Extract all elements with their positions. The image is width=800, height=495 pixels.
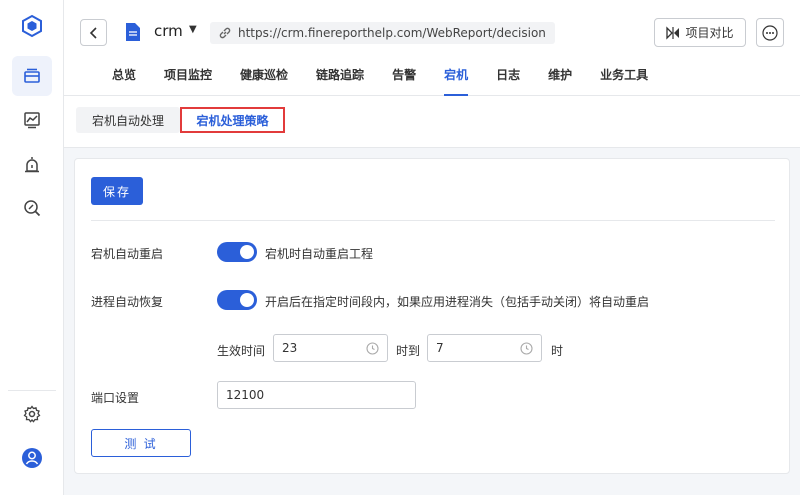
auto-restart-label: 宕机自动重启 (91, 247, 164, 261)
nav-log[interactable]: 日志 (496, 66, 520, 96)
alarm-icon[interactable] (12, 145, 52, 185)
document-icon (125, 22, 141, 45)
strategy-panel: 保存 宕机自动重启 宕机时自动重启工程 进程自动恢复 开启后在指定时间段内，如果… (74, 158, 790, 474)
caret-down-icon[interactable]: ▼ (189, 24, 197, 35)
nav-health-check[interactable]: 健康巡检 (240, 66, 288, 96)
auto-restart-description: 宕机时自动重启工程 (265, 247, 374, 261)
hour-unit-label: 时 (551, 344, 564, 358)
sidebar-divider (8, 390, 56, 391)
test-button[interactable]: 测 试 (91, 429, 191, 457)
compare-icon (666, 25, 680, 40)
port-value: 12100 (226, 388, 265, 402)
nav-downtime[interactable]: 宕机 (444, 66, 469, 96)
process-recover-description: 开启后在指定时间段内，如果应用进程消失（包括手动关闭）将自动重启 (265, 295, 650, 309)
end-time-input[interactable]: 7 (427, 334, 542, 362)
panel-divider (91, 220, 775, 221)
chevron-left-icon (89, 26, 97, 39)
more-dots-icon (762, 24, 778, 41)
url-display: https://crm.finereporthelp.com/WebReport… (210, 22, 555, 44)
nav-maintenance[interactable]: 维护 (548, 66, 572, 96)
clock-icon (520, 342, 533, 355)
process-recover-label: 进程自动恢复 (91, 295, 164, 309)
nav-project-monitor[interactable]: 项目监控 (164, 66, 212, 96)
header: crm ▼ https://crm.finereporthelp.com/Web… (64, 0, 800, 96)
sidebar (0, 0, 64, 495)
port-label: 端口设置 (91, 391, 140, 405)
project-compare-button[interactable]: 项目对比 (654, 18, 746, 47)
nav-business-tools[interactable]: 业务工具 (600, 66, 648, 96)
nav-overview[interactable]: 总览 (112, 66, 136, 96)
back-button[interactable] (80, 19, 107, 46)
search-wrench-icon[interactable] (12, 188, 52, 228)
monitor-chart-icon[interactable] (12, 100, 52, 140)
port-input[interactable]: 12100 (217, 381, 416, 409)
project-name[interactable]: crm (154, 22, 183, 40)
user-avatar-icon[interactable] (12, 438, 52, 478)
nav-alarm[interactable]: 告警 (392, 66, 416, 96)
logo-cube-icon[interactable] (12, 6, 52, 46)
nav-trace[interactable]: 链路追踪 (316, 66, 364, 96)
main-nav: 总览 项目监控 健康巡检 链路追踪 告警 宕机 日志 维护 业务工具 (112, 66, 676, 96)
project-url[interactable]: https://crm.finereporthelp.com/WebReport… (238, 26, 546, 40)
time-to-label: 时到 (396, 344, 421, 358)
tab-handle-strategy[interactable]: 宕机处理策略 (180, 107, 285, 133)
end-time-value: 7 (436, 341, 444, 355)
clock-icon (366, 342, 379, 355)
sub-tabs: 宕机自动处理 宕机处理策略 (64, 96, 800, 148)
save-button[interactable]: 保存 (91, 177, 143, 205)
compare-label: 项目对比 (685, 26, 734, 40)
start-time-input[interactable]: 23 (273, 334, 388, 362)
link-icon (218, 26, 232, 43)
projects-icon[interactable] (12, 56, 52, 96)
auto-restart-toggle[interactable] (217, 242, 257, 262)
more-options-button[interactable] (756, 18, 784, 47)
process-recover-toggle[interactable] (217, 290, 257, 310)
start-time-value: 23 (282, 341, 298, 355)
settings-gear-icon[interactable] (12, 394, 52, 434)
tab-auto-handle[interactable]: 宕机自动处理 (76, 107, 180, 133)
effective-time-label: 生效时间 (217, 344, 266, 358)
